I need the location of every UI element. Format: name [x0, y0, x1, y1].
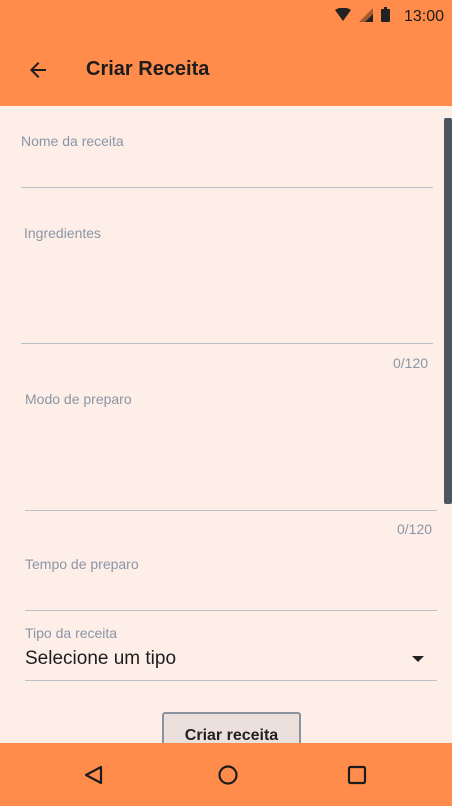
recipe-type-select[interactable]: Selecione um tipo — [25, 648, 176, 670]
app-bar: Criar Receita — [0, 34, 452, 106]
method-counter: 0/120 — [397, 521, 433, 537]
recipe-type-label: Tipo da receita — [25, 625, 118, 641]
dropdown-arrow-icon[interactable] — [412, 656, 424, 662]
home-circle-icon[interactable] — [213, 760, 243, 790]
prep-time-label: Tempo de preparo — [25, 556, 139, 572]
status-time: 13:00 — [403, 8, 444, 25]
ingredients-field[interactable] — [21, 343, 433, 344]
arrow-left-icon — [26, 58, 50, 87]
recipe-form: Nome da receita Ingredientes 0/120 Modo … — [0, 106, 452, 743]
method-label: Modo de preparo — [25, 391, 132, 407]
recipe-name-field[interactable] — [21, 187, 433, 188]
recents-square-icon[interactable] — [342, 760, 372, 790]
prep-time-field[interactable] — [25, 610, 437, 611]
nav-bar — [0, 743, 452, 806]
method-field[interactable] — [25, 510, 437, 511]
ingredients-label: Ingredientes — [24, 225, 102, 241]
create-recipe-button[interactable]: Criar receita — [162, 712, 301, 743]
ingredients-counter: 0/120 — [393, 355, 429, 371]
status-bar: 13:00 — [0, 0, 452, 34]
wifi-icon — [334, 7, 351, 27]
back-triangle-icon[interactable] — [78, 760, 108, 790]
status-icons: 13:00 — [334, 7, 444, 27]
page-title: Criar Receita — [86, 58, 210, 80]
scrollbar[interactable] — [444, 118, 452, 504]
recipe-type-underline — [25, 680, 437, 681]
signal-icon — [358, 7, 373, 27]
back-button[interactable] — [24, 58, 52, 86]
recipe-name-label: Nome da receita — [21, 133, 124, 149]
battery-icon — [380, 7, 390, 27]
